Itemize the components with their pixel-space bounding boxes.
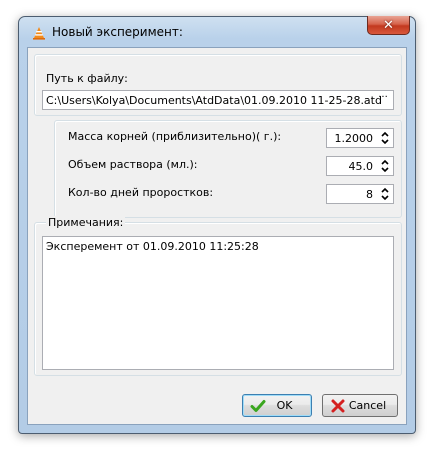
spin-arrows-icon[interactable]: [379, 186, 391, 202]
sprout-days-spinbox[interactable]: 8: [326, 184, 394, 204]
cancel-x-icon: [330, 398, 346, 414]
dialog-client-area: Путь к файлу: C:\Users\Kolya\Documents\A…: [27, 47, 407, 425]
ok-button[interactable]: OK: [242, 394, 312, 417]
title-bar[interactable]: Новый эксперимент: ✕: [19, 16, 415, 47]
file-path-input[interactable]: C:\Users\Kolya\Documents\AtdData\01.09.2…: [42, 90, 394, 110]
dialog-window: Новый эксперимент: ✕ Путь к файлу: C:\Us…: [18, 16, 416, 434]
sprout-days-value: 8: [366, 188, 373, 201]
close-icon: ✕: [383, 17, 394, 33]
window-title: Новый эксперимент:: [52, 25, 183, 39]
spin-arrows-icon[interactable]: [379, 158, 391, 174]
root-mass-spinbox[interactable]: 1.2000: [326, 128, 394, 148]
notes-text: Эксперемент от 01.09.2010 11:25:28: [46, 240, 259, 253]
solution-volume-label: Объем раствора (мл.):: [68, 158, 198, 171]
solution-volume-value: 45.0: [348, 160, 374, 173]
notes-textarea[interactable]: Эксперемент от 01.09.2010 11:25:28: [42, 236, 394, 370]
sprout-days-label: Кол-во дней проростков:: [68, 186, 214, 199]
cancel-button[interactable]: Cancel: [322, 394, 398, 417]
spin-arrows-icon[interactable]: [379, 130, 391, 146]
file-path-value: C:\Users\Kolya\Documents\AtdData\01.09.2…: [46, 94, 382, 107]
notes-label: Примечания:: [46, 216, 126, 229]
file-path-label: Путь к файлу:: [46, 72, 128, 85]
solution-volume-spinbox[interactable]: 45.0: [326, 156, 394, 176]
cancel-button-label: Cancel: [348, 399, 387, 412]
root-mass-value: 1.2000: [334, 132, 374, 145]
root-mass-label: Масса корней (приблизительно)( г.):: [68, 130, 282, 143]
close-button[interactable]: ✕: [367, 16, 410, 35]
ok-button-label: OK: [276, 399, 293, 412]
checkmark-icon: [250, 398, 266, 414]
vlc-cone-icon: [32, 26, 46, 40]
browse-button[interactable]: ···: [375, 92, 391, 108]
